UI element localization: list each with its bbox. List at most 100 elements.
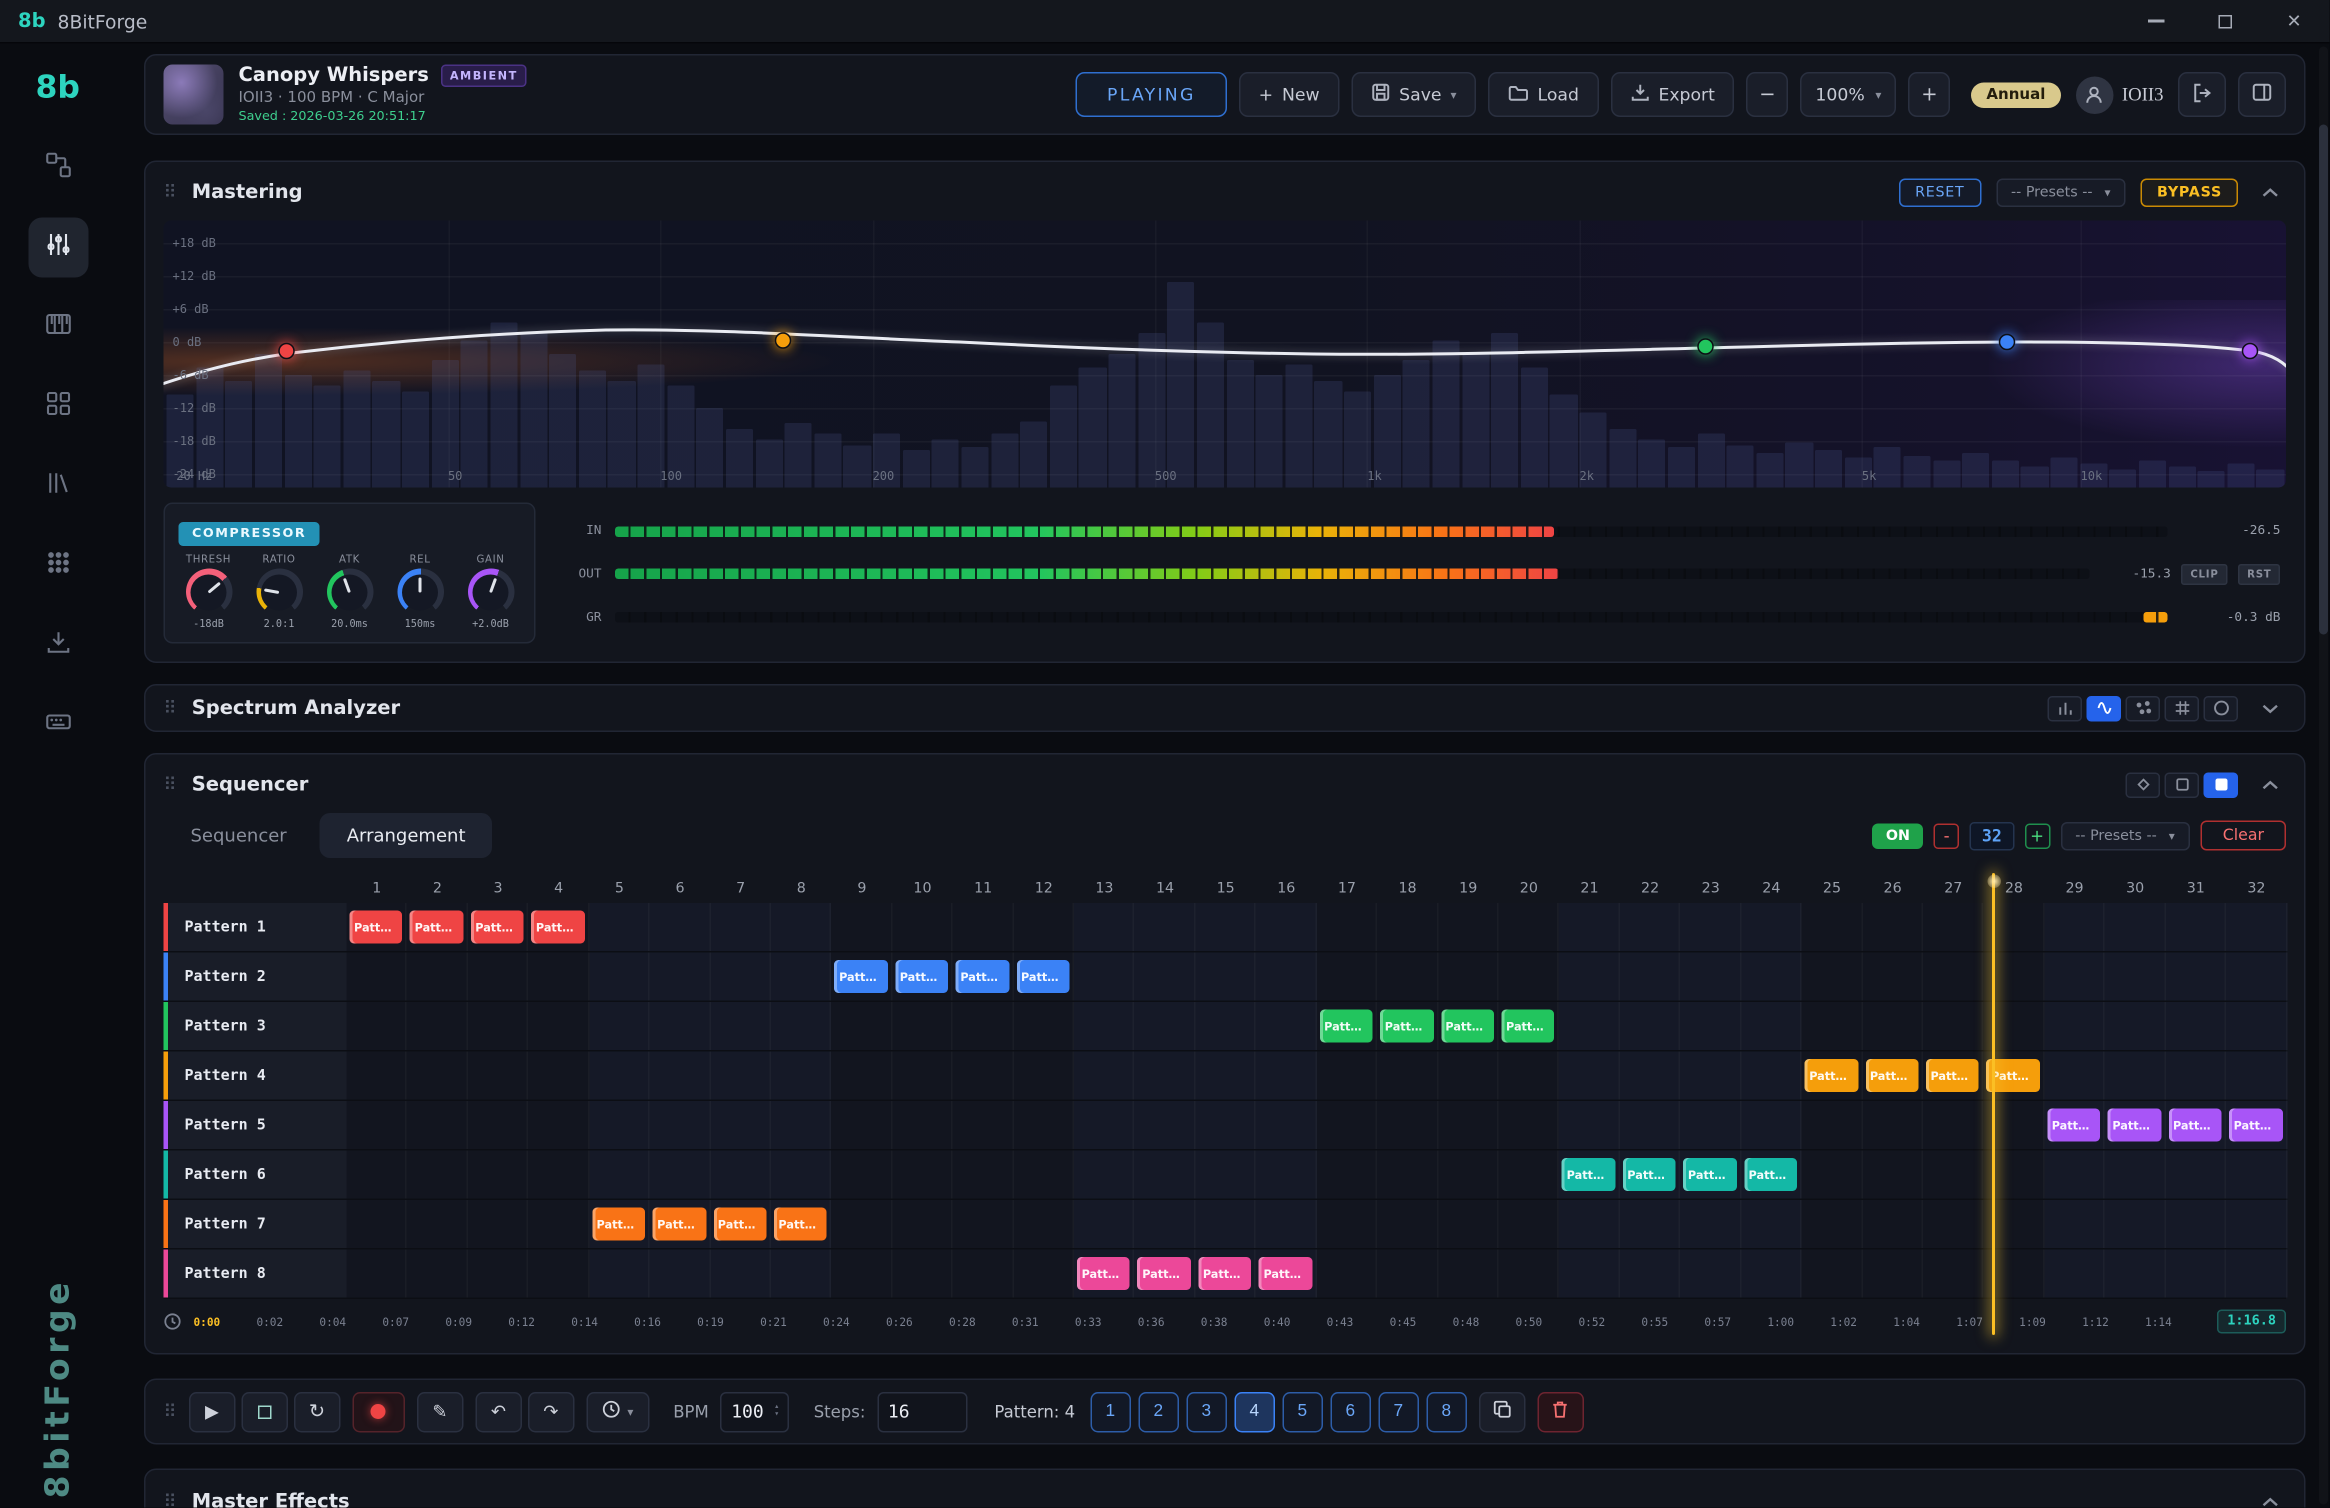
collapse-chevron-icon[interactable] (2253, 187, 2286, 198)
view-bars-button[interactable] (2048, 695, 2083, 721)
grid-cell[interactable]: Pattern 1 (407, 903, 468, 951)
pattern-block[interactable]: Pattern 4 (1926, 1059, 1979, 1092)
grid-cell[interactable] (650, 1101, 711, 1149)
pattern-select-6[interactable]: 6 (1330, 1391, 1371, 1432)
grid-cell[interactable] (1862, 1151, 1923, 1199)
grid-cell[interactable] (468, 1052, 529, 1100)
grid-cell[interactable] (468, 1101, 529, 1149)
pattern-block[interactable]: Pattern 5 (2168, 1109, 2221, 1142)
expand-chevron-icon[interactable] (2253, 703, 2286, 714)
grid-cell[interactable] (1438, 1250, 1499, 1298)
sidebar-item-mastering[interactable] (28, 218, 88, 278)
grid-cell[interactable] (2165, 903, 2226, 951)
grid-cell[interactable] (1741, 1200, 1802, 1248)
grid-cell[interactable] (468, 1200, 529, 1248)
grid-cell[interactable] (953, 1200, 1014, 1248)
maximize-icon[interactable] (2210, 6, 2240, 36)
grid-cell[interactable] (2105, 953, 2166, 1001)
grid-cell[interactable] (2165, 1250, 2226, 1298)
grid-cell[interactable] (832, 1151, 893, 1199)
grid-cell[interactable] (2105, 1052, 2166, 1100)
grid-cell[interactable] (892, 1052, 953, 1100)
grid-cell[interactable] (1074, 903, 1135, 951)
grid-cell[interactable]: Pattern 8 (1256, 1250, 1317, 1298)
grid-cell[interactable] (1135, 1101, 1196, 1149)
pattern-block[interactable]: Pattern 6 (1562, 1158, 1615, 1191)
grid-cell[interactable] (1377, 953, 1438, 1001)
drag-handle-icon[interactable]: ⠿ (164, 182, 177, 203)
grid-cell[interactable]: Pattern 3 (1317, 1002, 1378, 1050)
grid-cell[interactable] (710, 1250, 771, 1298)
grid-cell[interactable] (1317, 1101, 1378, 1149)
grid-cell[interactable] (2165, 1052, 2226, 1100)
tab-arrangement[interactable]: Arrangement (320, 813, 493, 858)
pattern-select-1[interactable]: 1 (1090, 1391, 1131, 1432)
grid-cell[interactable] (1499, 1200, 1560, 1248)
pattern-select-8[interactable]: 8 (1426, 1391, 1467, 1432)
grid-cell[interactable] (1923, 1101, 1984, 1149)
grid-cell[interactable] (2044, 953, 2105, 1001)
grid-cell[interactable] (1377, 1250, 1438, 1298)
grid-cell[interactable] (1195, 953, 1256, 1001)
grid-cell[interactable] (650, 953, 711, 1001)
grid-cell[interactable] (1680, 903, 1741, 951)
grid-cell[interactable] (528, 1200, 589, 1248)
grid-cell[interactable] (2105, 1002, 2166, 1050)
grid-cell[interactable] (1741, 1002, 1802, 1050)
pattern-block[interactable]: Pattern 3 (1441, 1010, 1494, 1043)
grid-cell[interactable] (1680, 1250, 1741, 1298)
page-scrollbar[interactable] (2319, 47, 2328, 1505)
grid-cell[interactable] (1438, 1200, 1499, 1248)
grid-cell[interactable] (1559, 1200, 1620, 1248)
pattern-block[interactable]: Pattern 7 (774, 1208, 827, 1241)
grid-cell[interactable] (589, 1002, 650, 1050)
grid-cell[interactable] (771, 1151, 832, 1199)
grid-cell[interactable] (1923, 953, 1984, 1001)
pattern-block[interactable]: Pattern 3 (1502, 1010, 1555, 1043)
grid-cell[interactable] (892, 1101, 953, 1149)
pattern-block[interactable]: Pattern 5 (2047, 1109, 2100, 1142)
grid-cell[interactable] (1741, 953, 1802, 1001)
grid-cell[interactable] (710, 1101, 771, 1149)
grid-cell[interactable] (2044, 1052, 2105, 1100)
grid-cell[interactable] (1377, 1101, 1438, 1149)
grid-cell[interactable]: Pattern 8 (1074, 1250, 1135, 1298)
grid-cell[interactable] (1984, 1250, 2045, 1298)
knob-dial[interactable] (185, 569, 232, 616)
grid-cell[interactable] (771, 1002, 832, 1050)
grid-cell[interactable] (1195, 1002, 1256, 1050)
grid-cell[interactable] (2226, 1052, 2287, 1100)
zoom-level-select[interactable]: 100%▾ (1800, 72, 1896, 117)
grid-cell[interactable] (1499, 1052, 1560, 1100)
grid-cell[interactable] (1559, 903, 1620, 951)
grid-cell[interactable] (528, 1052, 589, 1100)
grid-cell[interactable] (347, 1250, 408, 1298)
grid-cell[interactable] (1256, 953, 1317, 1001)
grid-cell[interactable] (953, 1002, 1014, 1050)
grid-cell[interactable]: Pattern 5 (2105, 1101, 2166, 1149)
grid-cell[interactable]: Pattern 6 (1680, 1151, 1741, 1199)
grid-cell[interactable] (1013, 1200, 1074, 1248)
grid-cell[interactable] (589, 1052, 650, 1100)
grid-cell[interactable] (892, 1002, 953, 1050)
pattern-block[interactable]: Pattern 7 (653, 1208, 706, 1241)
view-waveform-button[interactable] (2087, 695, 2122, 721)
pattern-block[interactable]: Pattern 1 (410, 911, 463, 944)
grid-cell[interactable] (1802, 1250, 1863, 1298)
metronome-menu-button[interactable]: ▾ (586, 1391, 649, 1432)
play-button[interactable]: ▶ (189, 1391, 236, 1432)
grid-cell[interactable] (407, 1052, 468, 1100)
pattern-select-3[interactable]: 3 (1186, 1391, 1227, 1432)
pattern-block[interactable]: Pattern 8 (1198, 1257, 1251, 1290)
grid-cell[interactable] (1135, 1002, 1196, 1050)
sidebar-item-mixer[interactable] (28, 536, 88, 596)
grid-cell[interactable] (528, 1101, 589, 1149)
grid-cell[interactable] (589, 953, 650, 1001)
grid-cell[interactable] (1862, 1101, 1923, 1149)
grid-cell[interactable] (892, 1200, 953, 1248)
grid-cell[interactable] (1256, 1200, 1317, 1248)
drag-handle-icon[interactable]: ⠿ (164, 1491, 177, 1508)
pattern-block[interactable]: Pattern 1 (350, 911, 403, 944)
grid-cell[interactable] (1680, 953, 1741, 1001)
grid-cell[interactable] (407, 1002, 468, 1050)
